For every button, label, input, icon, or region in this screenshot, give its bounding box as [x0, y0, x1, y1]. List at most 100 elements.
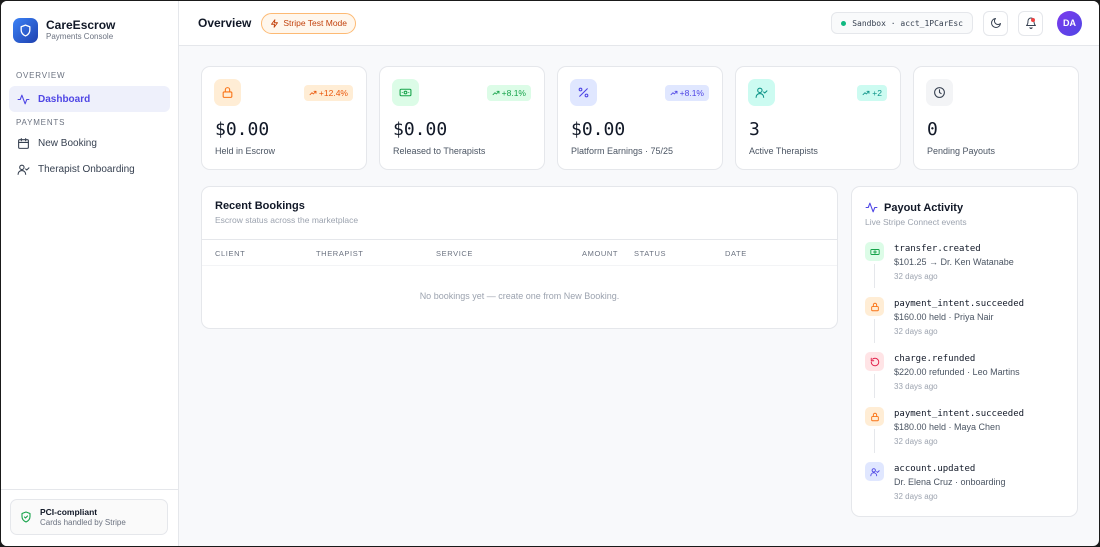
- trend-up-icon: [309, 90, 317, 96]
- timeline-line: [874, 374, 875, 398]
- lock-icon: [865, 297, 884, 316]
- app-window: CareEscrow Payments Console OVERVIEW Das…: [1, 1, 1099, 546]
- card-subtitle: Escrow status across the marketplace: [215, 215, 359, 225]
- list-item[interactable]: payment_intent.succeeded $160.00 held · …: [865, 295, 1064, 350]
- column-header-status[interactable]: STATUS: [634, 249, 666, 258]
- test-mode-badge: Stripe Test Mode: [261, 12, 357, 34]
- zap-icon: [271, 18, 279, 28]
- refund-icon: [865, 352, 884, 371]
- environment-label: Sandbox · acct_1PCarEsc: [852, 18, 963, 28]
- sidebar-item-new-booking[interactable]: New Booking: [9, 130, 170, 156]
- sidebar-item-dashboard[interactable]: Dashboard: [9, 86, 170, 112]
- trend-up-icon: [862, 90, 870, 96]
- topbar: Overview Stripe Test Mode Sandbox · acct…: [179, 1, 1099, 46]
- pci-subtitle: Cards handled by Stripe: [40, 517, 126, 527]
- test-mode-label: Stripe Test Mode: [283, 18, 348, 28]
- delta-badge: +2: [857, 85, 887, 101]
- payout-list: transfer.created $101.25 → Dr. Ken Watan…: [865, 240, 1064, 515]
- brand-subtitle: Payments Console: [46, 32, 114, 41]
- delta-badge: +8.1%: [486, 85, 531, 101]
- event-name: payment_intent.succeeded: [894, 409, 1025, 419]
- stat-label: Active Therapists: [749, 146, 818, 156]
- event-detail: $160.00 held · Priya Nair: [894, 312, 994, 322]
- column-header-amount[interactable]: AMOUNT: [582, 249, 618, 258]
- delta-value: +2: [872, 88, 882, 98]
- shield-logo-icon: [13, 17, 38, 43]
- timeline-line: [874, 319, 875, 343]
- column-header-date[interactable]: DATE: [725, 249, 747, 258]
- delta-value: +8.1%: [501, 88, 526, 98]
- column-header-client[interactable]: CLIENT: [215, 249, 245, 258]
- activity-icon: [865, 202, 878, 213]
- trend-up-icon: [670, 90, 678, 96]
- clock-icon: [926, 79, 953, 106]
- delta-value: +8.1%: [679, 88, 704, 98]
- lock-icon: [865, 407, 884, 426]
- event-detail: Dr. Elena Cruz · onboarding: [894, 477, 1006, 487]
- card-header: Recent Bookings Escrow status across the…: [202, 187, 837, 240]
- delta-value: +12.4%: [318, 88, 348, 98]
- column-header-service[interactable]: SERVICE: [436, 249, 473, 258]
- stat-card-held-in-escrow: +12.4% $0.00 Held in Escrow: [201, 66, 367, 170]
- moon-icon: [990, 18, 1001, 28]
- table-header: CLIENT THERAPIST SERVICE AMOUNT STATUS D…: [202, 240, 837, 266]
- nav-section-overview: OVERVIEW: [16, 71, 66, 80]
- event-time: 33 days ago: [894, 382, 938, 391]
- event-time: 32 days ago: [894, 437, 938, 446]
- banknote-icon: [865, 242, 884, 261]
- user-check-icon: [865, 462, 884, 481]
- stat-card-pending-payouts: 0 Pending Payouts: [913, 66, 1079, 170]
- event-time: 32 days ago: [894, 272, 938, 281]
- stat-label: Released to Therapists: [393, 146, 486, 156]
- shield-check-icon: [21, 511, 31, 523]
- environment-pill[interactable]: Sandbox · acct_1PCarEsc: [831, 12, 973, 34]
- card-subtitle: Live Stripe Connect events: [865, 217, 967, 227]
- stats-row: +12.4% $0.00 Held in Escrow +8.1% $0.00 …: [201, 66, 1079, 170]
- trend-up-icon: [492, 90, 500, 96]
- sidebar-item-therapist-onboarding[interactable]: Therapist Onboarding: [9, 156, 170, 182]
- card-title: Recent Bookings: [215, 200, 305, 212]
- event-name: account.updated: [894, 464, 976, 474]
- stat-value: $0.00: [393, 119, 448, 140]
- calendar-icon: [18, 137, 29, 149]
- list-item[interactable]: account.updated Dr. Elena Cruz · onboard…: [865, 460, 1064, 515]
- payout-activity-card: Payout Activity Live Stripe Connect even…: [851, 186, 1078, 517]
- sidebar-footer: PCI-compliant Cards handled by Stripe: [1, 489, 178, 546]
- event-detail: $180.00 held · Maya Chen: [894, 422, 1001, 432]
- card-title: Payout Activity: [884, 201, 964, 214]
- sidebar: CareEscrow Payments Console OVERVIEW Das…: [1, 1, 179, 546]
- avatar[interactable]: DA: [1057, 10, 1082, 36]
- status-dot: [841, 20, 847, 26]
- lock-icon: [214, 79, 241, 106]
- stat-card-platform-earnings: +8.1% $0.00 Platform Earnings · 75/25: [557, 66, 723, 170]
- notifications-button[interactable]: [1018, 10, 1043, 36]
- user-check-icon: [17, 164, 30, 175]
- theme-toggle-button[interactable]: [983, 10, 1008, 36]
- main-content: Overview Stripe Test Mode Sandbox · acct…: [179, 1, 1099, 546]
- event-time: 32 days ago: [894, 327, 938, 336]
- column-header-therapist[interactable]: THERAPIST: [316, 249, 364, 258]
- brand[interactable]: CareEscrow Payments Console: [1, 1, 178, 45]
- event-time: 32 days ago: [894, 492, 938, 501]
- banknote-icon: [392, 79, 419, 106]
- stat-card-released-to-therapists: +8.1% $0.00 Released to Therapists: [379, 66, 545, 170]
- list-item[interactable]: payment_intent.succeeded $180.00 held · …: [865, 405, 1064, 460]
- stat-value: $0.00: [571, 119, 626, 140]
- activity-icon: [17, 94, 30, 104]
- event-detail: $101.25 → Dr. Ken Watanabe: [894, 257, 1014, 267]
- event-detail: $220.00 refunded · Leo Martins: [894, 367, 1020, 377]
- sidebar-item-label: New Booking: [38, 137, 97, 149]
- timeline-line: [874, 264, 875, 288]
- sidebar-item-label: Dashboard: [38, 93, 91, 105]
- list-item[interactable]: charge.refunded $220.00 refunded · Leo M…: [865, 350, 1064, 405]
- event-name: payment_intent.succeeded: [894, 299, 1025, 309]
- event-name: transfer.created: [894, 244, 981, 254]
- list-item[interactable]: transfer.created $101.25 → Dr. Ken Watan…: [865, 240, 1064, 295]
- empty-state: No bookings yet — create one from New Bo…: [419, 291, 620, 301]
- brand-name: CareEscrow: [46, 18, 116, 32]
- user-check-icon: [748, 79, 775, 106]
- stat-label: Held in Escrow: [215, 146, 276, 156]
- timeline-line: [874, 429, 875, 453]
- pci-title: PCI-compliant: [40, 506, 98, 517]
- stat-value: 0: [927, 119, 938, 140]
